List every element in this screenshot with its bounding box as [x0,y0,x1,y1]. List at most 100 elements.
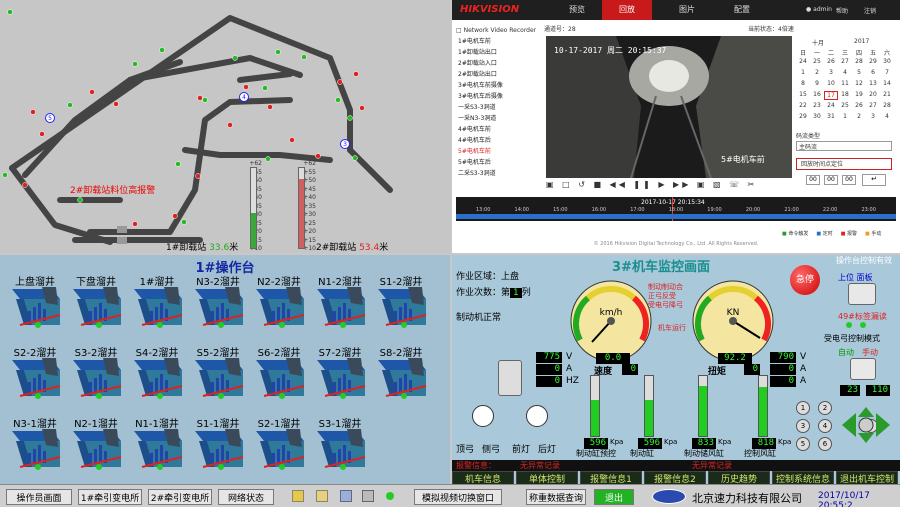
calendar-day[interactable]: 11 [838,80,852,87]
calendar-day[interactable]: 28 [880,102,894,109]
calendar-day[interactable]: 4 [838,69,852,76]
monitor-button[interactable]: 机车信息 [452,471,514,484]
calendar-day[interactable]: 13 [866,80,880,87]
calendar-day[interactable]: 18 [838,91,852,98]
chute-well[interactable]: S2-2溜井 [8,344,62,406]
chute-well[interactable]: N2-2溜井 [252,273,306,335]
calendar-day[interactable]: 26 [824,58,838,65]
calendar-day[interactable]: 7 [880,69,894,76]
calendar-day[interactable]: 12 [852,80,866,87]
monitor-button[interactable]: 历史趋势 [708,471,770,484]
calendar-day[interactable]: 25 [810,58,824,65]
calendar-day[interactable]: 23 [810,102,824,109]
emergency-stop-button[interactable]: 急停 [790,265,820,295]
calendar-day[interactable]: 3 [824,69,838,76]
calendar-day[interactable]: 14 [880,80,894,87]
chute-well[interactable]: N3-2溜井 [191,273,245,335]
camera-item[interactable]: 5#电机车后 [458,157,491,168]
camera-item[interactable]: 1#电机车前 [458,36,491,47]
calendar-day[interactable]: 22 [796,102,810,109]
keypad-key[interactable]: 1 [796,401,810,415]
camera-item[interactable]: 一采N3-3洞道 [458,113,496,124]
keypad-key[interactable]: 4 [818,419,832,433]
operator-screen-button[interactable]: 操作员画面 [6,489,72,505]
camera-item[interactable]: 4#电机车前 [458,124,491,135]
locate-go-button[interactable]: ↵ [862,174,886,186]
chute-well[interactable]: N1-1溜井 [130,415,184,477]
calendar-day[interactable]: 29 [796,113,810,120]
user-menu[interactable]: ● admin [806,6,832,13]
calendar-day[interactable]: 30 [880,58,894,65]
calendar-day[interactable]: 17 [824,91,838,100]
calendar-day[interactable]: 27 [838,58,852,65]
tab-picture[interactable]: 图片 [662,0,712,20]
pantograph-top-knob[interactable] [472,405,494,427]
calendar-day[interactable]: 1 [838,113,852,120]
calendar-day[interactable]: 2 [852,113,866,120]
chute-well[interactable]: S2-1溜井 [252,415,306,477]
tools-icon[interactable] [362,490,374,502]
calendar-day[interactable]: 24 [796,58,810,65]
grid-icon[interactable] [340,490,352,502]
calendar-day[interactable]: 5 [852,69,866,76]
calendar-day[interactable]: 10 [824,80,838,87]
monitor-button[interactable]: 报警信息1 [580,471,642,484]
locate-time-label[interactable]: 回放时间点定位 [796,158,892,170]
chute-well[interactable]: N1-2溜井 [313,273,367,335]
keypad-key[interactable]: 6 [818,437,832,451]
panel-selector[interactable] [848,283,876,305]
key-switch[interactable] [498,360,522,396]
calendar-day[interactable]: 28 [852,58,866,65]
chute-well[interactable]: S1-2溜井 [374,273,428,335]
keypad-key[interactable]: 2 [818,401,832,415]
time-sec[interactable]: 00 [842,175,856,185]
chute-well[interactable]: S3-2溜井 [69,344,123,406]
calendar-day[interactable]: 24 [824,102,838,109]
document-icon[interactable] [316,490,328,502]
calendar-day[interactable]: 16 [810,91,824,98]
exit-button[interactable]: 退出 [594,489,634,505]
help-link[interactable]: 帮助 [836,6,848,15]
calendar-day[interactable]: 31 [824,113,838,120]
time-hour[interactable]: 00 [806,175,820,185]
calendar-day[interactable]: 2 [810,69,824,76]
camera-item[interactable]: 一采S3-3洞道 [458,102,496,113]
timeline[interactable]: 2017-10-17 20:15:34 13:00 14:00 15:00 16:00… [456,197,896,221]
tab-config[interactable]: 配置 [717,0,767,20]
calendar-day[interactable]: 27 [866,102,880,109]
calendar-day[interactable]: 15 [796,91,810,98]
chute-well[interactable]: S8-2溜井 [374,344,428,406]
calendar-day[interactable]: 8 [796,80,810,87]
front-light-knob[interactable] [526,405,548,427]
camera-item[interactable]: 二采S3-3洞道 [458,168,496,179]
direction-pad[interactable] [840,407,892,443]
camera-item[interactable]: 2#卸载站入口 [458,58,497,69]
folder-icon[interactable] [292,490,304,502]
calendar-day[interactable]: 25 [838,102,852,109]
monitor-button[interactable]: 单体控制 [516,471,578,484]
time-min[interactable]: 00 [824,175,838,185]
calendar-day[interactable]: 29 [866,58,880,65]
calendar-day[interactable]: 30 [810,113,824,120]
substation-1-button[interactable]: 1#牵引变电所 [78,489,142,505]
calendar-day[interactable]: 20 [866,91,880,98]
camera-item[interactable]: 1#卸载站出口 [458,47,497,58]
chute-well[interactable]: N3-1溜井 [8,415,62,477]
monitor-button[interactable]: 退出机车控制 [836,471,898,484]
calendar-day[interactable]: 1 [796,69,810,76]
substation-2-button[interactable]: 2#牵引变电所 [148,489,212,505]
calendar-day[interactable]: 6 [866,69,880,76]
video-switch-button[interactable]: 模拟视频切换窗口 [414,489,502,505]
calendar-day[interactable]: 21 [880,91,894,98]
camera-item[interactable]: 4#电机车后 [458,135,491,146]
chute-well[interactable]: S7-2溜井 [313,344,367,406]
tab-preview[interactable]: 预览 [552,0,602,20]
calendar-day[interactable]: 3 [866,113,880,120]
chute-well[interactable]: S5-2溜井 [191,344,245,406]
chute-well[interactable]: 下盘溜井 [69,273,123,335]
chute-well[interactable]: S6-2溜井 [252,344,306,406]
network-status-button[interactable]: 网络状态 [218,489,274,505]
stream-select[interactable]: 主码流 [796,141,892,151]
chute-well[interactable]: 上盘溜井 [8,273,62,335]
chute-well[interactable]: 1#溜井 [130,273,184,335]
